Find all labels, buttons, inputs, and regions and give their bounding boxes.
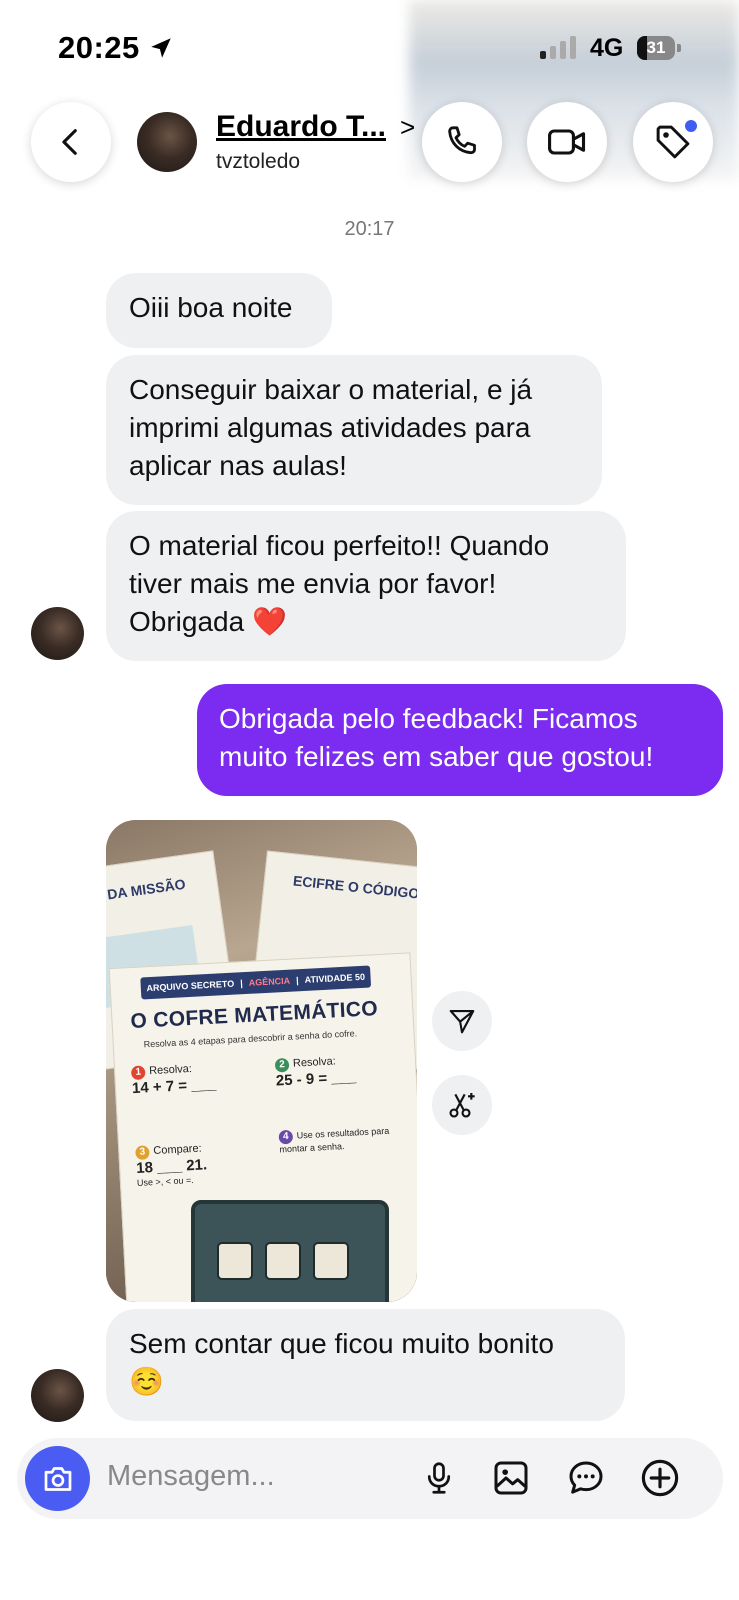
back-button[interactable] bbox=[31, 102, 111, 182]
step-3-label: Compare: bbox=[153, 1142, 202, 1158]
message-text: O material ficou perfeito!! Quando tiver… bbox=[129, 530, 550, 637]
message-text: Oiii boa noite bbox=[129, 292, 293, 323]
message-text: Sem contar que ficou muito bonito bbox=[129, 1328, 554, 1359]
call-button[interactable] bbox=[422, 102, 502, 182]
message-timestamp: 20:17 bbox=[344, 218, 395, 240]
smiling-emoji: ☺️ bbox=[129, 1366, 164, 1397]
step-2-label: Resolva: bbox=[292, 1055, 337, 1070]
send-icon bbox=[449, 1009, 475, 1034]
plus-circle-icon bbox=[641, 1459, 679, 1497]
message-input[interactable]: Mensagem... bbox=[107, 1460, 275, 1493]
tag-button[interactable] bbox=[633, 102, 713, 182]
battery-level: 31 bbox=[646, 38, 666, 57]
scissors-sparkle-icon bbox=[449, 1093, 475, 1118]
camera-icon bbox=[44, 1466, 71, 1491]
chevron-right-icon[interactable]: > bbox=[400, 112, 415, 143]
step-3-expr: 18 ___ 21. bbox=[135, 1156, 208, 1177]
sender-avatar[interactable] bbox=[31, 607, 84, 660]
video-camera-icon bbox=[548, 129, 586, 155]
step-4: 4 Use os resultados para montar a senha. bbox=[278, 1125, 390, 1155]
banner-mid: AGÊNCIA bbox=[248, 975, 291, 988]
message-composer: Mensagem... bbox=[17, 1438, 723, 1519]
status-time-text: 20:25 bbox=[58, 30, 140, 65]
step-1-expr: 14 + 7 = ___ bbox=[131, 1075, 217, 1098]
sender-avatar[interactable] bbox=[31, 1369, 84, 1422]
share-button[interactable] bbox=[432, 991, 492, 1051]
safe-illustration bbox=[191, 1200, 389, 1302]
contact-username: tvztoledo bbox=[216, 150, 301, 173]
chat-bubble-icon bbox=[569, 1461, 603, 1494]
message-text: Obrigada pelo feedback! Ficamos muito fe… bbox=[219, 703, 654, 772]
battery-icon: 31 bbox=[637, 36, 681, 60]
remix-button[interactable] bbox=[432, 1075, 492, 1135]
unread-dot bbox=[683, 118, 699, 134]
step-4-text: Use os resultados para montar a senha. bbox=[279, 1125, 390, 1155]
step-2-expr: 25 - 9 = ___ bbox=[275, 1068, 357, 1090]
incoming-message[interactable]: Conseguir baixar o material, e já imprim… bbox=[106, 355, 602, 505]
phone-icon bbox=[448, 126, 476, 155]
worksheet-left-title: DA MISSÃO bbox=[106, 875, 187, 903]
contact-avatar[interactable] bbox=[137, 112, 197, 172]
camera-button[interactable] bbox=[25, 1446, 90, 1511]
gallery-button[interactable] bbox=[488, 1455, 534, 1501]
worksheet-banner: ARQUIVO SECRETO | AGÊNCIA | ATIVIDADE 50 bbox=[140, 965, 372, 1000]
step-3-hint: Use >, < ou =. bbox=[136, 1174, 194, 1188]
step-2: 2 Resolva: 25 - 9 = ___ bbox=[274, 1055, 357, 1090]
add-button[interactable] bbox=[637, 1455, 683, 1501]
sticker-button[interactable] bbox=[563, 1455, 609, 1501]
outgoing-message[interactable]: Obrigada pelo feedback! Ficamos muito fe… bbox=[197, 684, 723, 796]
worksheet-right-title: ECIFRE O CÓDIGO bbox=[292, 872, 417, 902]
signal-icon bbox=[540, 36, 576, 59]
network-type: 4G bbox=[590, 34, 624, 62]
location-arrow-icon bbox=[151, 38, 171, 58]
incoming-message[interactable]: Sem contar que ficou muito bonito ☺️ bbox=[106, 1309, 625, 1421]
microphone-icon bbox=[427, 1462, 451, 1494]
banner-left: ARQUIVO SECRETO bbox=[146, 978, 235, 994]
status-bar: 20:25 4G 31 bbox=[0, 0, 739, 180]
message-text: Conseguir baixar o material, e já imprim… bbox=[129, 374, 533, 481]
step-3: 3 Compare: 18 ___ 21. Use >, < ou =. bbox=[135, 1142, 208, 1188]
video-call-button[interactable] bbox=[527, 102, 607, 182]
step-1-label: Resolva: bbox=[148, 1062, 193, 1078]
chevron-left-icon bbox=[62, 129, 77, 155]
status-time: 20:25 bbox=[58, 30, 174, 66]
contact-name[interactable]: Eduardo T... bbox=[216, 110, 386, 144]
incoming-message[interactable]: O material ficou perfeito!! Quando tiver… bbox=[106, 511, 626, 661]
image-icon bbox=[494, 1461, 528, 1495]
heart-emoji: ❤️ bbox=[251, 606, 287, 637]
shared-image[interactable]: DA MISSÃO ECIFRE O CÓDIGO ARQUIVO SECRET… bbox=[106, 820, 417, 1302]
step-1: 1 Resolva: 14 + 7 = ___ bbox=[130, 1062, 217, 1098]
incoming-message[interactable]: Oiii boa noite bbox=[106, 273, 332, 348]
banner-right: ATIVIDADE 50 bbox=[304, 971, 366, 985]
microphone-button[interactable] bbox=[416, 1455, 462, 1501]
